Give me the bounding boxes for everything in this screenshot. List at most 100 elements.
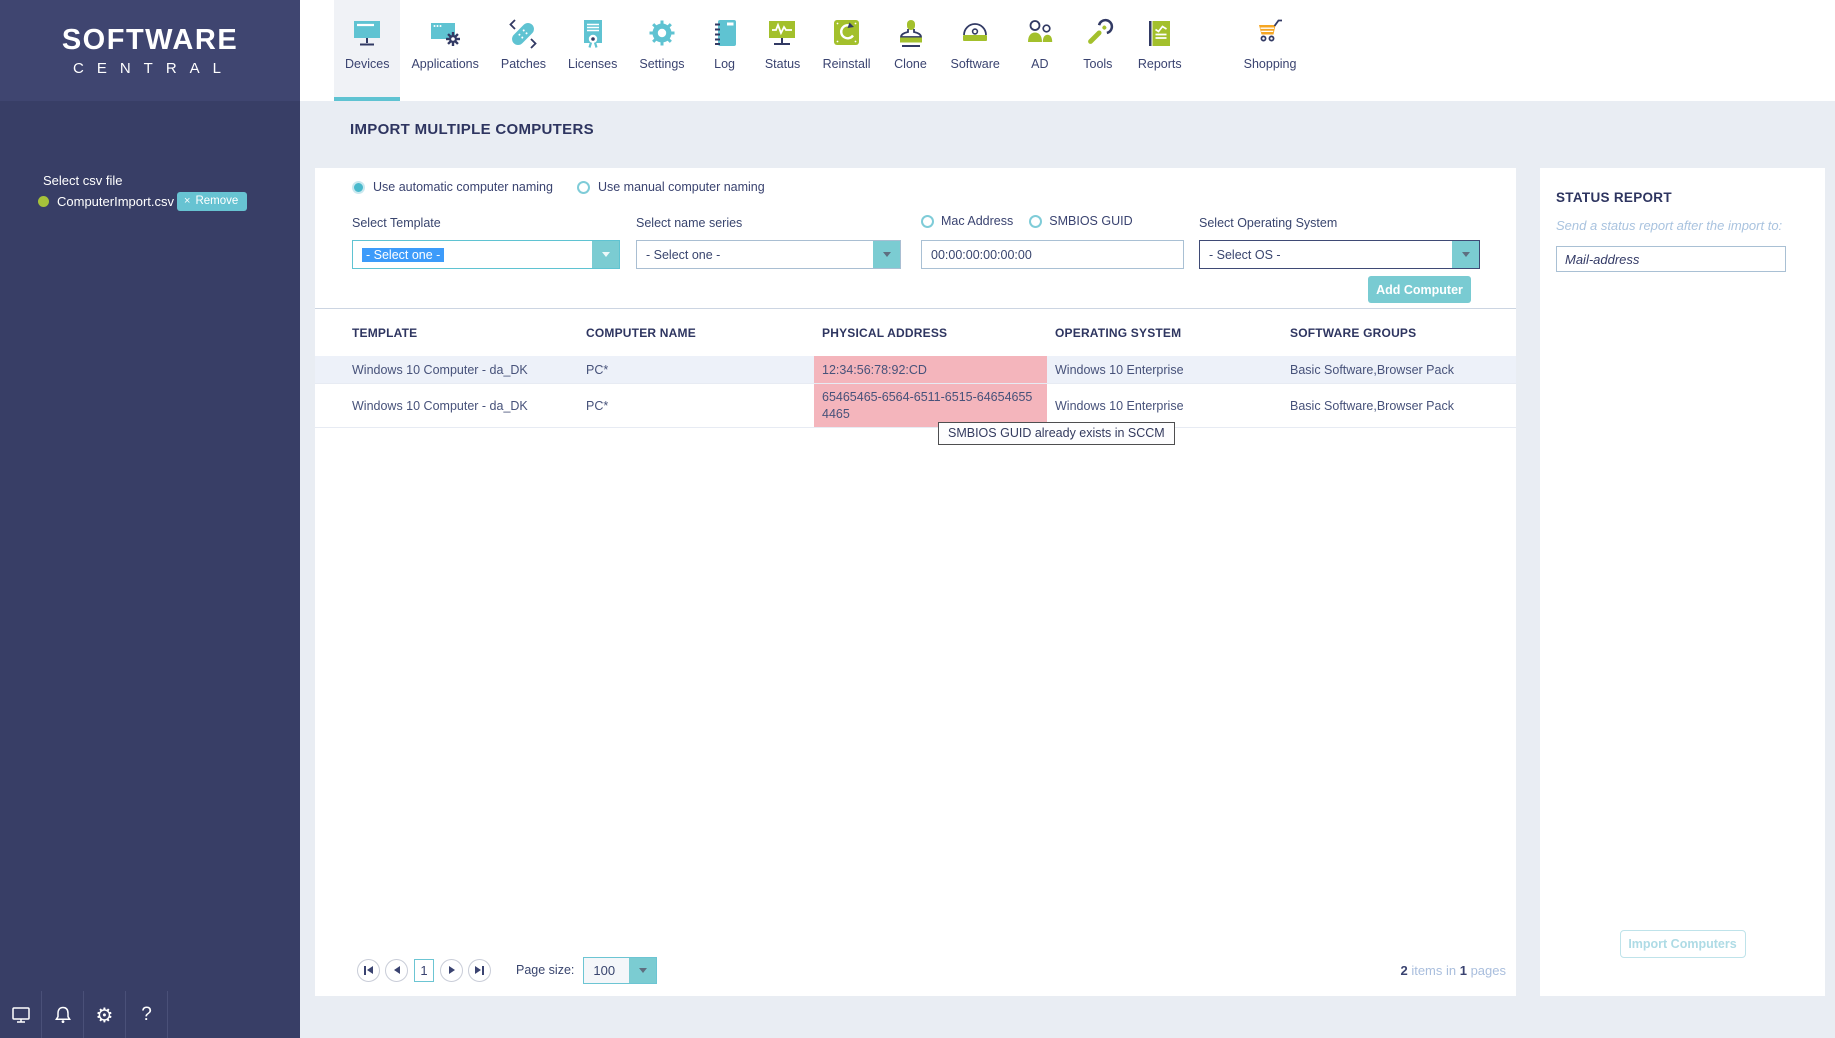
settings-gear-icon — [644, 17, 680, 51]
physical-address-value: 12:34:56:78:92:CD — [822, 363, 927, 377]
sidebar: SOFTWARE CENTRAL Select csv file Compute… — [0, 0, 300, 1038]
dropdown-arrow-button[interactable] — [629, 958, 656, 983]
nav-item-log[interactable]: Log — [696, 0, 754, 101]
nav-label: Settings — [639, 57, 684, 71]
add-computer-button[interactable]: Add Computer — [1368, 276, 1471, 303]
name-series-label: Select name series — [636, 216, 742, 230]
table-row[interactable]: Windows 10 Computer - da_DK PC* 65465465… — [315, 384, 1516, 428]
nav-label: AD — [1031, 57, 1048, 71]
radio-manual-naming[interactable] — [577, 181, 590, 194]
pages-text: pages — [1467, 963, 1506, 978]
nav-item-devices[interactable]: Devices — [334, 0, 400, 101]
naming-mode-radios: Use automatic computer naming Use manual… — [352, 180, 765, 194]
nav-item-patches[interactable]: Patches — [490, 0, 557, 101]
name-series-select[interactable]: - Select one - — [636, 240, 901, 269]
col-header-physical-address: PHYSICAL ADDRESS — [814, 309, 1047, 356]
nav-item-reports[interactable]: Reports — [1127, 0, 1193, 101]
monitor-icon — [10, 1004, 32, 1026]
reports-icon — [1142, 17, 1178, 51]
nav-item-licenses[interactable]: Licenses — [557, 0, 628, 101]
chevron-down-icon — [1462, 252, 1470, 257]
nav-item-software[interactable]: Software — [940, 0, 1011, 101]
chevron-left-icon — [394, 966, 400, 974]
status-report-panel: STATUS REPORT Send a status report after… — [1540, 168, 1825, 996]
remove-label: Remove — [195, 195, 238, 207]
import-computers-panel: Use automatic computer naming Use manual… — [315, 168, 1516, 996]
last-page-button[interactable] — [468, 959, 491, 982]
nav-item-reinstall[interactable]: Reinstall — [812, 0, 882, 101]
ad-users-icon — [1022, 17, 1058, 51]
applications-icon — [427, 17, 463, 51]
last-page-icon — [475, 966, 481, 974]
file-status-dot-icon — [38, 196, 49, 207]
dropdown-arrow-button[interactable] — [592, 241, 619, 268]
table-row[interactable]: Windows 10 Computer - da_DK PC* 12:34:56… — [315, 356, 1516, 384]
nav-item-ad[interactable]: AD — [1011, 0, 1069, 101]
items-count-summary: 2 items in 1 pages — [1400, 963, 1506, 978]
os-select[interactable]: - Select OS - — [1199, 240, 1480, 269]
pagination-bar: 1 Page size: 100 2 items in 1 pages — [315, 944, 1516, 996]
clone-stamp-icon — [893, 17, 929, 51]
nav-label: Clone — [894, 57, 927, 71]
template-select-value: - Select one - — [362, 248, 444, 262]
nav-item-clone[interactable]: Clone — [882, 0, 940, 101]
import-computers-button[interactable]: Import Computers — [1620, 930, 1746, 958]
radio-mac-address[interactable] — [921, 215, 934, 228]
mail-address-input[interactable] — [1556, 246, 1786, 272]
table-header-row: TEMPLATE COMPUTER NAME PHYSICAL ADDRESS … — [315, 309, 1516, 356]
os-select-value: - Select OS - — [1200, 248, 1452, 262]
chevron-down-icon — [602, 252, 610, 257]
nav-label: Status — [765, 57, 800, 71]
nav-label: Tools — [1083, 57, 1112, 71]
current-page-indicator[interactable]: 1 — [414, 959, 434, 982]
items-text: items in — [1408, 963, 1460, 978]
nav-label: Reinstall — [823, 57, 871, 71]
notifications-button[interactable] — [42, 991, 84, 1038]
main-nav: Devices Applications — [300, 0, 1835, 101]
settings-button[interactable]: ⚙ — [84, 991, 126, 1038]
items-count: 2 — [1400, 963, 1407, 978]
computer-name-cell: PC* — [578, 356, 814, 383]
col-header-template: TEMPLATE — [344, 309, 578, 356]
physical-address-cell: 65465465-6564-6511-6515-646546554465 — [814, 384, 1047, 427]
computer-name-cell: PC* — [578, 384, 814, 427]
remove-file-button[interactable]: × Remove — [177, 192, 247, 211]
page-size-label: Page size: — [516, 963, 574, 977]
nav-label: Patches — [501, 57, 546, 71]
nav-item-status[interactable]: Status — [754, 0, 812, 101]
remote-desktop-button[interactable] — [0, 991, 42, 1038]
nav-item-shopping[interactable]: Shopping — [1233, 0, 1308, 101]
nav-item-applications[interactable]: Applications — [400, 0, 489, 101]
col-header-computer-name: COMPUTER NAME — [578, 309, 814, 356]
dropdown-arrow-button[interactable] — [1452, 241, 1479, 268]
help-button[interactable]: ? — [126, 991, 168, 1038]
sidebar-bottom-toolbar: ⚙ ? — [0, 991, 168, 1038]
tools-wrench-icon — [1080, 17, 1116, 51]
first-page-button[interactable] — [357, 959, 380, 982]
smbios-guid-input[interactable] — [921, 240, 1184, 269]
radio-automatic-naming[interactable] — [352, 181, 365, 194]
chevron-down-icon — [883, 252, 891, 257]
nav-item-tools[interactable]: Tools — [1069, 0, 1127, 101]
software-groups-cell: Basic Software,Browser Pack — [1282, 384, 1516, 427]
nav-item-settings[interactable]: Settings — [628, 0, 695, 101]
app-logo: SOFTWARE CENTRAL — [0, 0, 300, 101]
patches-icon — [505, 17, 541, 51]
nav-label: Software — [951, 57, 1000, 71]
close-icon: × — [184, 195, 190, 207]
csv-file-row: ComputerImport.csv × Remove — [38, 192, 247, 211]
nav-label: Applications — [411, 57, 478, 71]
select-csv-file-label: Select csv file — [43, 173, 122, 188]
previous-page-button[interactable] — [385, 959, 408, 982]
template-cell: Windows 10 Computer - da_DK — [344, 384, 578, 427]
page-size-select[interactable]: 100 — [583, 957, 657, 984]
logo-line2: CENTRAL — [66, 60, 234, 77]
next-page-button[interactable] — [440, 959, 463, 982]
dropdown-arrow-button[interactable] — [873, 241, 900, 268]
nav-label: Licenses — [568, 57, 617, 71]
nav-label: Devices — [345, 57, 389, 71]
mac-address-label: Mac Address — [941, 214, 1013, 228]
radio-smbios-guid[interactable] — [1029, 215, 1042, 228]
template-select[interactable]: - Select one - — [352, 240, 620, 269]
template-label: Select Template — [352, 216, 441, 230]
